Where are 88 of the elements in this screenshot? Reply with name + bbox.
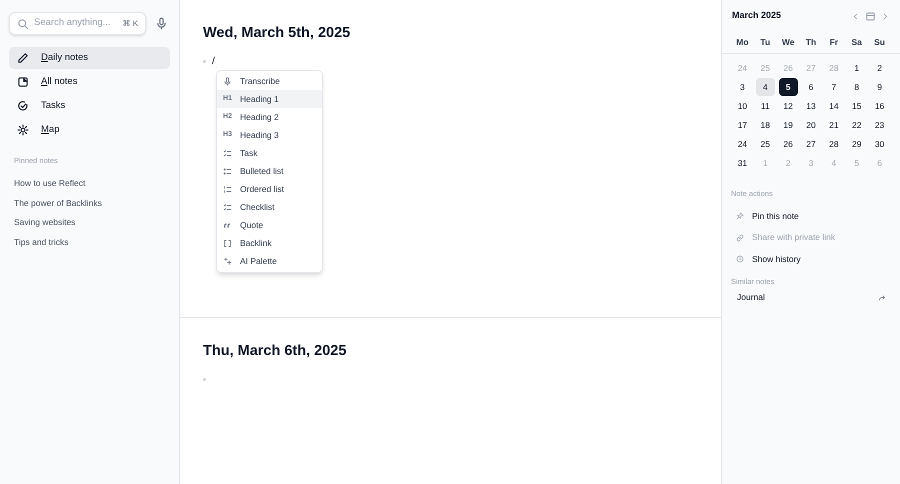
calendar-button[interactable] — [865, 10, 876, 22]
sparkle-icon — [223, 256, 232, 266]
calendar-day[interactable]: 6 — [801, 78, 820, 96]
weekday-label: Tu — [759, 36, 772, 49]
calendar-day[interactable]: 19 — [778, 116, 798, 134]
calendar-day[interactable]: 14 — [824, 97, 844, 115]
pinned-note-link[interactable]: Tips and tricks — [9, 232, 170, 252]
weekday-label: We — [780, 36, 796, 49]
microphone-icon — [223, 76, 232, 86]
search-icon — [17, 18, 29, 30]
nav-item[interactable]: Map — [9, 119, 170, 141]
calendar-icon — [865, 10, 876, 22]
calendar-day[interactable]: 28 — [824, 135, 844, 153]
sun-icon — [17, 124, 29, 136]
chevron-left-icon — [851, 12, 860, 20]
calendar-day[interactable]: 21 — [824, 116, 844, 134]
calendar-day[interactable]: 22 — [847, 116, 866, 134]
calendar-day[interactable]: 24 — [732, 135, 752, 153]
previous-month-button[interactable] — [851, 12, 860, 20]
calendar-day[interactable]: 4 — [756, 78, 775, 96]
calendar-day[interactable]: 16 — [870, 97, 890, 115]
nav-item[interactable]: Daily notes — [9, 47, 170, 69]
bullet-list-icon — [223, 166, 232, 176]
day-title: Wed, March 5th, 2025 — [203, 24, 352, 43]
menu-item[interactable]: Transcribe — [217, 72, 322, 90]
calendar-day[interactable]: 13 — [801, 97, 820, 115]
brackets-icon — [223, 238, 232, 248]
similar-note-link[interactable]: Journal — [737, 291, 878, 304]
microphone-icon — [154, 17, 168, 30]
month-title: March 2025 — [732, 9, 782, 22]
menu-item[interactable]: Ordered list — [217, 180, 322, 198]
search-field[interactable]: Search anything... ⌘ K — [9, 12, 146, 35]
pin-icon — [736, 212, 744, 220]
calendar-day[interactable]: 31 — [732, 154, 752, 172]
calendar-day[interactable]: 8 — [847, 78, 866, 96]
calendar-day[interactable]: 3 — [732, 78, 752, 96]
note-icon — [17, 76, 29, 88]
calendar-day[interactable]: 10 — [732, 97, 752, 115]
pencil-icon — [17, 52, 29, 64]
pinned-note-link[interactable]: Saving websites — [9, 213, 170, 233]
pinned-note-link[interactable]: How to use Reflect — [9, 174, 170, 194]
calendar-day[interactable]: 26 — [778, 135, 798, 153]
calendar-day[interactable]: 1 — [847, 59, 866, 77]
redo-arrow-icon — [878, 294, 886, 302]
calendar-day[interactable]: 18 — [756, 116, 775, 134]
calendar-day[interactable]: 7 — [824, 78, 844, 96]
calendar-day[interactable]: 9 — [870, 78, 890, 96]
calendar-day[interactable]: 15 — [847, 97, 866, 115]
next-month-button[interactable] — [881, 12, 890, 20]
weekday-label: Th — [804, 36, 818, 49]
calendar-day[interactable]: 29 — [847, 135, 866, 153]
note-action[interactable]: Show history — [722, 248, 900, 270]
calendar-day[interactable]: 17 — [732, 116, 752, 134]
numbered-list-icon — [223, 184, 232, 194]
calendar-day[interactable]: 12 — [778, 97, 798, 115]
link-icon — [736, 234, 744, 242]
weekday-label: Sa — [850, 36, 863, 49]
pinned-note-link[interactable]: The power of Backlinks — [9, 194, 170, 214]
calendar-day[interactable]: 5 — [778, 78, 798, 96]
calendar-day[interactable]: 27 — [801, 135, 820, 153]
calendar-day[interactable]: 23 — [870, 116, 890, 134]
chevron-right-icon — [881, 12, 890, 20]
weekday-label: Su — [873, 36, 886, 49]
check-circle-icon — [17, 100, 29, 112]
menu-item[interactable]: Backlink — [217, 234, 322, 252]
clock-icon — [736, 255, 744, 263]
day-title: Thu, March 6th, 2025 — [203, 342, 348, 361]
calendar-day[interactable]: 2 — [870, 59, 890, 77]
weekday-label: Mo — [735, 36, 750, 49]
typed-text[interactable]: / — [212, 54, 215, 70]
shortcut-hint: ⌘ K — [122, 18, 138, 30]
note-action[interactable]: Pin this note — [722, 205, 900, 227]
menu-item[interactable]: Quote — [217, 216, 322, 234]
search-input[interactable]: Search anything... — [34, 16, 114, 31]
checklist-icon — [223, 148, 232, 158]
menu-item[interactable]: Checklist — [217, 198, 322, 216]
menu-item[interactable]: Bulleted list — [217, 162, 322, 180]
calendar-day[interactable]: 20 — [801, 116, 820, 134]
weekday-label: Fr — [828, 36, 840, 49]
menu-item[interactable]: Task — [217, 144, 322, 162]
nav-item[interactable]: All notes — [9, 71, 170, 93]
checklist-icon — [223, 202, 232, 212]
calendar-day[interactable]: 11 — [756, 97, 775, 115]
nav-item[interactable]: Tasks — [9, 95, 170, 117]
quote-icon — [223, 220, 232, 230]
calendar-day[interactable]: 30 — [870, 135, 890, 153]
menu-item[interactable]: AI Palette — [217, 252, 322, 270]
calendar-day[interactable]: 25 — [756, 135, 775, 153]
